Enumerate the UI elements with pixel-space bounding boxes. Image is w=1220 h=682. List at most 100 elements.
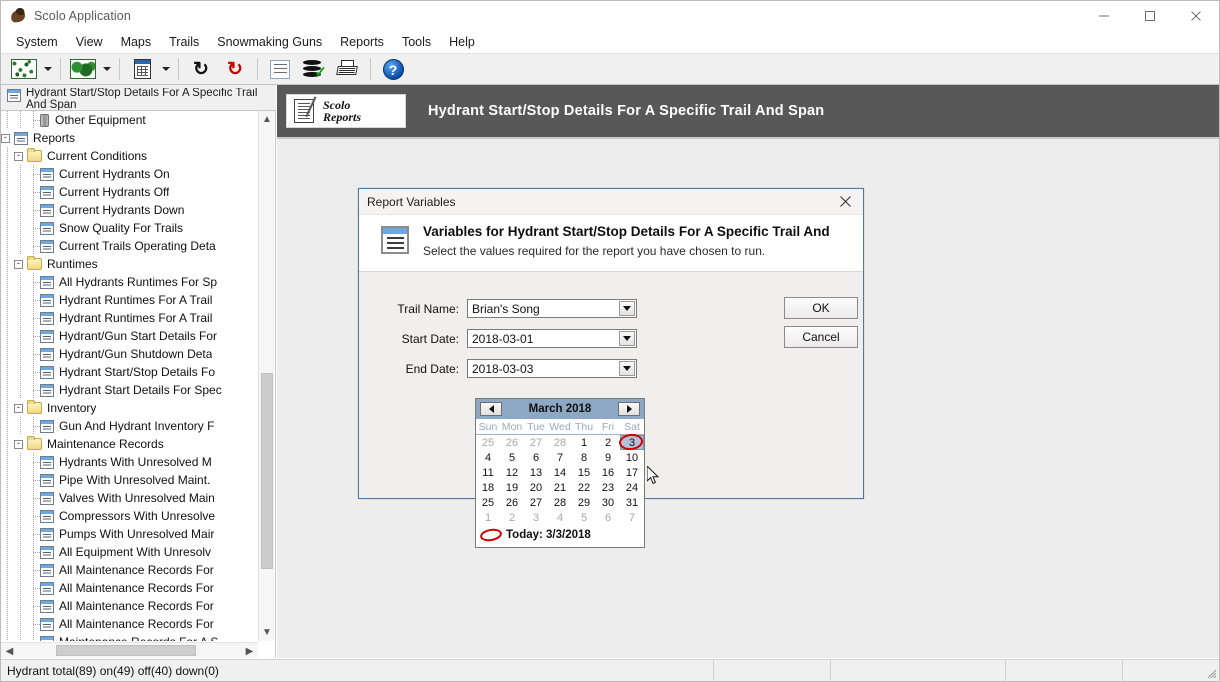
- tree-item[interactable]: Current Hydrants Off: [1, 183, 258, 201]
- calendar-day[interactable]: 31: [620, 495, 644, 510]
- tree-item[interactable]: Hydrant Runtimes For A Trail: [1, 309, 258, 327]
- calendar-day[interactable]: 2: [500, 510, 524, 525]
- calendar-prev-month-button[interactable]: [480, 402, 502, 416]
- menu-item-maps[interactable]: Maps: [112, 33, 161, 51]
- calendar-day[interactable]: 12: [500, 465, 524, 480]
- start-date-combo[interactable]: 2018-03-01: [467, 329, 637, 348]
- calendar-day[interactable]: 27: [524, 495, 548, 510]
- tree-item[interactable]: -Reports: [1, 129, 258, 147]
- trail-name-dropdown-arrow[interactable]: [619, 301, 635, 316]
- calendar-next-month-button[interactable]: [618, 402, 640, 416]
- calendar-day[interactable]: 14: [548, 465, 572, 480]
- tree-expander-collapse-icon[interactable]: -: [14, 152, 23, 161]
- end-date-dropdown-arrow[interactable]: [619, 361, 635, 376]
- tree-item[interactable]: All Maintenance Records For: [1, 615, 258, 633]
- start-date-dropdown-arrow[interactable]: [619, 331, 635, 346]
- vertical-scroll-thumb[interactable]: [261, 373, 273, 569]
- calendar-day[interactable]: 26: [500, 495, 524, 510]
- tree-item[interactable]: Valves With Unresolved Main: [1, 489, 258, 507]
- calendar-today-row[interactable]: Today: 3/3/2018: [476, 525, 644, 543]
- tree-item[interactable]: Hydrant Runtimes For A Trail: [1, 291, 258, 309]
- tree-item[interactable]: Current Trails Operating Deta: [1, 237, 258, 255]
- calendar-day[interactable]: 9: [596, 450, 620, 465]
- chevron-up-icon[interactable]: ▲: [259, 111, 275, 128]
- calendar-day[interactable]: 4: [476, 450, 500, 465]
- tree-item[interactable]: Hydrants With Unresolved M: [1, 453, 258, 471]
- horizontal-scroll-thumb[interactable]: [56, 645, 196, 656]
- tree-item[interactable]: -Current Conditions: [1, 147, 258, 165]
- calendar-day[interactable]: 15: [572, 465, 596, 480]
- tree-expander-collapse-icon[interactable]: -: [14, 404, 23, 413]
- ok-button[interactable]: OK: [784, 297, 858, 319]
- notes-button[interactable]: [263, 55, 297, 83]
- menu-item-snowmaking-guns[interactable]: Snowmaking Guns: [208, 33, 331, 51]
- database-check-button[interactable]: ✓: [297, 55, 331, 83]
- calendar-day-selected[interactable]: 3: [620, 435, 644, 450]
- calendar-day[interactable]: 1: [476, 510, 500, 525]
- tree-item[interactable]: Pipe With Unresolved Maint.: [1, 471, 258, 489]
- calendar-day[interactable]: 30: [596, 495, 620, 510]
- calendar-day[interactable]: 22: [572, 480, 596, 495]
- calendar-day[interactable]: 20: [524, 480, 548, 495]
- tree-expander-collapse-icon[interactable]: -: [1, 134, 10, 143]
- menu-item-tools[interactable]: Tools: [393, 33, 440, 51]
- calendar-day[interactable]: 5: [572, 510, 596, 525]
- tree-item[interactable]: Hydrant/Gun Shutdown Deta: [1, 345, 258, 363]
- dialog-close-icon[interactable]: [827, 189, 863, 215]
- calendar-day[interactable]: 11: [476, 465, 500, 480]
- tree-item[interactable]: -Runtimes: [1, 255, 258, 273]
- menu-item-view[interactable]: View: [67, 33, 112, 51]
- calendar-day[interactable]: 8: [572, 450, 596, 465]
- chevron-down-icon[interactable]: ▼: [259, 624, 275, 641]
- resize-grip-icon[interactable]: [1203, 660, 1219, 681]
- panel-tab-report[interactable]: Hydrant Start/Stop Details For A Specifi…: [1, 85, 276, 111]
- calendar-day[interactable]: 10: [620, 450, 644, 465]
- trails-view-dropdown[interactable]: [100, 55, 114, 83]
- tree-item[interactable]: Maintenance Records For A S: [1, 633, 258, 641]
- tree-item[interactable]: Current Hydrants Down: [1, 201, 258, 219]
- calendar-day[interactable]: 19: [500, 480, 524, 495]
- menu-item-reports[interactable]: Reports: [331, 33, 393, 51]
- end-date-combo[interactable]: 2018-03-03: [467, 359, 637, 378]
- calendar-day[interactable]: 3: [524, 510, 548, 525]
- calendar-day[interactable]: 4: [548, 510, 572, 525]
- tree-item[interactable]: Hydrant/Gun Start Details For: [1, 327, 258, 345]
- tree-item[interactable]: All Hydrants Runtimes For Sp: [1, 273, 258, 291]
- calendar-day[interactable]: 17: [620, 465, 644, 480]
- calendar-day[interactable]: 28: [548, 495, 572, 510]
- calendar-day[interactable]: 2: [596, 435, 620, 450]
- calendar-day[interactable]: 5: [500, 450, 524, 465]
- tree-expander-collapse-icon[interactable]: -: [14, 440, 23, 449]
- map-view-dropdown[interactable]: [41, 55, 55, 83]
- tree-item[interactable]: Current Hydrants On: [1, 165, 258, 183]
- tree-item[interactable]: Hydrant Start/Stop Details Fo: [1, 363, 258, 381]
- tree-horizontal-scrollbar[interactable]: ◀ ▶: [1, 642, 258, 658]
- calendar-day[interactable]: 7: [548, 450, 572, 465]
- close-icon[interactable]: [1173, 1, 1219, 31]
- tree-item[interactable]: Pumps With Unresolved Mair: [1, 525, 258, 543]
- maximize-icon[interactable]: [1127, 1, 1173, 31]
- calendar-day[interactable]: 21: [548, 480, 572, 495]
- tree-item[interactable]: -Inventory: [1, 399, 258, 417]
- tree-item[interactable]: Snow Quality For Trails: [1, 219, 258, 237]
- tree-item[interactable]: All Maintenance Records For: [1, 597, 258, 615]
- grid-view-button[interactable]: [125, 55, 159, 83]
- menu-item-trails[interactable]: Trails: [160, 33, 208, 51]
- tree-item[interactable]: Gun And Hydrant Inventory F: [1, 417, 258, 435]
- tree-vertical-scrollbar[interactable]: ▲ ▼: [258, 111, 274, 641]
- refresh-all-button[interactable]: ↻: [218, 55, 252, 83]
- calendar-day[interactable]: 6: [524, 450, 548, 465]
- calendar-day[interactable]: 25: [476, 495, 500, 510]
- help-button[interactable]: ?: [376, 55, 410, 83]
- calendar-day[interactable]: 25: [476, 435, 500, 450]
- trail-name-combo[interactable]: Brian's Song: [467, 299, 637, 318]
- calendar-day[interactable]: 16: [596, 465, 620, 480]
- calendar-day[interactable]: 24: [620, 480, 644, 495]
- tree-item[interactable]: -Maintenance Records: [1, 435, 258, 453]
- calendar-day[interactable]: 6: [596, 510, 620, 525]
- calendar-day[interactable]: 7: [620, 510, 644, 525]
- calendar-day[interactable]: 23: [596, 480, 620, 495]
- calendar-day[interactable]: 18: [476, 480, 500, 495]
- calendar-day[interactable]: 13: [524, 465, 548, 480]
- tree-expander-collapse-icon[interactable]: -: [14, 260, 23, 269]
